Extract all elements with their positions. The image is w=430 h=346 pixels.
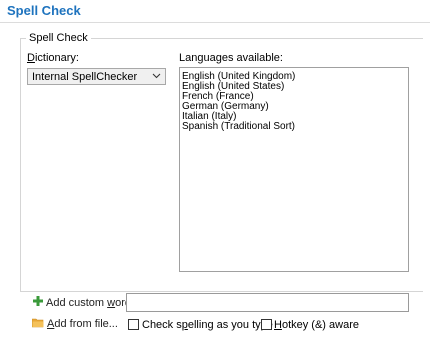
check-spelling-pre: Check s <box>142 319 182 331</box>
plus-icon[interactable] <box>33 296 43 309</box>
dictionary-label-accel: D <box>27 52 35 64</box>
page-header: Spell Check <box>0 0 430 23</box>
folder-icon[interactable] <box>31 318 44 331</box>
languages-label: Languages available: <box>179 52 283 64</box>
group-legend: Spell Check <box>26 32 91 44</box>
dictionary-label: Dictionary: <box>27 52 79 64</box>
custom-word-input[interactable] <box>126 293 409 312</box>
hotkey-aware-label[interactable]: Hotkey (&) aware <box>274 319 359 331</box>
add-custom-word-pre: Add custom <box>46 297 108 309</box>
add-custom-word-button[interactable]: Add custom word <box>46 297 131 309</box>
hotkey-aware-accel: H <box>274 319 282 331</box>
check-spelling-checkbox[interactable] <box>128 319 139 330</box>
dictionary-select-value: Internal SpellChecker <box>32 71 138 83</box>
add-from-file-post: dd from file... <box>54 318 118 330</box>
hotkey-aware-checkbox[interactable] <box>261 319 272 330</box>
chevron-down-icon <box>152 70 161 85</box>
hotkey-aware-post: otkey (&) aware <box>281 319 359 331</box>
languages-list[interactable]: English (United Kingdom) English (United… <box>179 67 409 272</box>
dictionary-select[interactable]: Internal SpellChecker <box>27 68 166 85</box>
dictionary-label-post: ictionary: <box>34 52 79 64</box>
page-title: Spell Check <box>7 3 81 18</box>
add-custom-word-accel: w <box>107 297 116 309</box>
add-from-file-button[interactable]: Add from file... <box>47 318 118 330</box>
check-spelling-label[interactable]: Check spelling as you type <box>142 319 273 331</box>
list-item[interactable]: Spanish (Traditional Sort) <box>182 122 295 132</box>
